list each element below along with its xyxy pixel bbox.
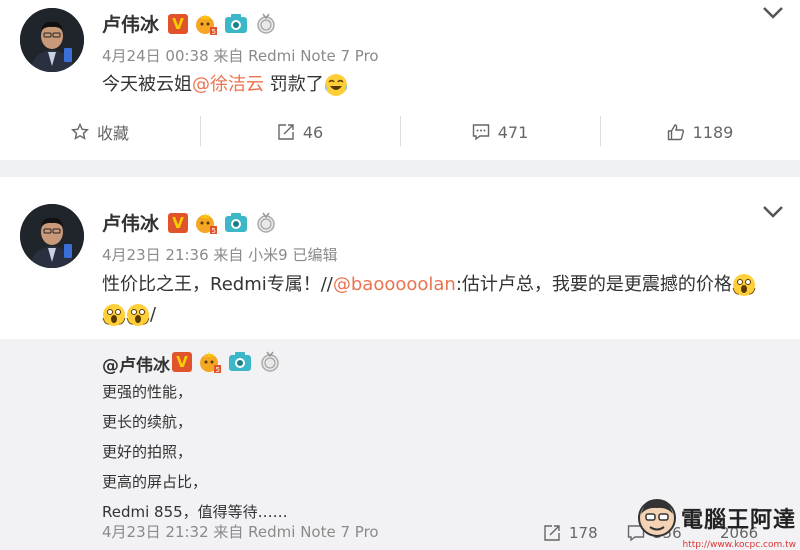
author-avatar[interactable] [20,204,84,268]
post-text: 今天被云姐@徐洁云 罚款了 [102,70,348,100]
post-meta: 4月23日 21:36 来自 小米9 已编辑 [102,246,338,264]
quoted-line: 更好的拍照， [102,443,193,461]
watermark-url: http://www.kocpc.com.tw [682,540,796,550]
weibo-post-2: 卢伟冰 V 5 4月23日 21:36 来自 小米9 已编辑 性价比之王，Red… [0,177,800,550]
repost-icon [544,525,560,541]
mention-link[interactable]: @徐洁云 [192,74,264,95]
comment-button[interactable]: 471 [400,106,600,158]
vip-crown-icon[interactable]: 5 [194,12,218,36]
svg-text:5: 5 [212,28,216,36]
medal-icon[interactable] [254,211,278,235]
author-name[interactable]: 卢伟冰 [102,10,159,37]
quoted-author[interactable]: @卢伟冰 [102,351,170,376]
vip-crown-icon[interactable]: 5 [194,211,218,235]
camera-icon[interactable] [224,12,248,36]
svg-text:5: 5 [216,366,220,374]
star-icon [70,123,89,140]
post-text-part: / [150,304,157,325]
author-name[interactable]: 卢伟冰 [102,209,159,236]
chevron-down-icon[interactable] [762,205,784,219]
site-watermark: 電腦王阿達 [637,498,796,538]
camera-icon[interactable] [228,350,252,374]
quoted-repost-button[interactable]: 178 [543,524,598,542]
post-text-part: 今天被云姐 [102,74,192,95]
author-badges: V 5 [168,12,278,36]
comment-count: 471 [497,122,529,142]
like-count: 1189 [692,122,734,142]
vip-crown-icon[interactable]: 5 [198,350,222,374]
verified-v-icon[interactable]: V [172,352,192,372]
shocked-emoji-icon [102,304,126,326]
favorite-button[interactable]: 收藏 [0,106,200,158]
verified-v-icon[interactable]: V [168,213,188,233]
post-text-part: 罚款了 [264,74,324,95]
camera-icon[interactable] [224,211,248,235]
verified-v-icon[interactable]: V [168,14,188,34]
post-text-part: :估计卢总，我要的是更震撼的价格 [455,274,732,295]
like-button[interactable]: 1189 [600,106,800,158]
repost-count: 46 [302,122,324,142]
quoted-line: 更高的屏占比， [102,473,208,491]
medal-icon[interactable] [258,350,282,374]
post-action-bar: 收藏 46 471 1189 [0,106,800,158]
author-badges: V 5 [168,211,278,235]
quoted-text: 更强的性能， 更长的续航， 更好的拍照， 更高的屏占比， Redmi 855，值… [102,377,288,527]
post-meta: 4月24日 00:38 来自 Redmi Note 7 Pro [102,47,379,65]
svg-text:5: 5 [212,227,216,235]
quoted-repost-count: 178 [569,524,598,542]
laugh-cry-emoji-icon [324,74,347,96]
quoted-line: 更强的性能， [102,383,193,401]
favorite-label: 收藏 [96,124,129,143]
repost-icon [278,124,294,140]
repost-button[interactable]: 46 [200,106,400,158]
comment-icon [472,124,489,141]
watermark-text: 電腦王阿達 [680,508,796,533]
weibo-post-1: 卢伟冰 V 5 4月24日 00:38 来自 Redmi Note 7 Pro … [0,0,800,160]
shocked-emoji-icon [732,274,756,296]
post-text-part: 性价比之王，Redmi专属！// [102,274,333,295]
post-text: 性价比之王，Redmi专属！//@baooooolan:估计卢总，我要的是更震撼… [102,270,792,330]
quoted-line: 更长的续航， [102,413,193,431]
quoted-meta: 4月23日 21:32 来自 Redmi Note 7 Pro [102,523,379,541]
chevron-down-icon[interactable] [762,6,784,20]
quoted-author-badges: V 5 [172,350,282,374]
shocked-emoji-icon [126,304,150,326]
mascot-logo-icon [637,499,676,537]
mention-link[interactable]: @baooooolan [333,274,456,295]
thumbs-up-icon [667,124,684,141]
medal-icon[interactable] [254,12,278,36]
author-avatar[interactable] [20,8,84,72]
